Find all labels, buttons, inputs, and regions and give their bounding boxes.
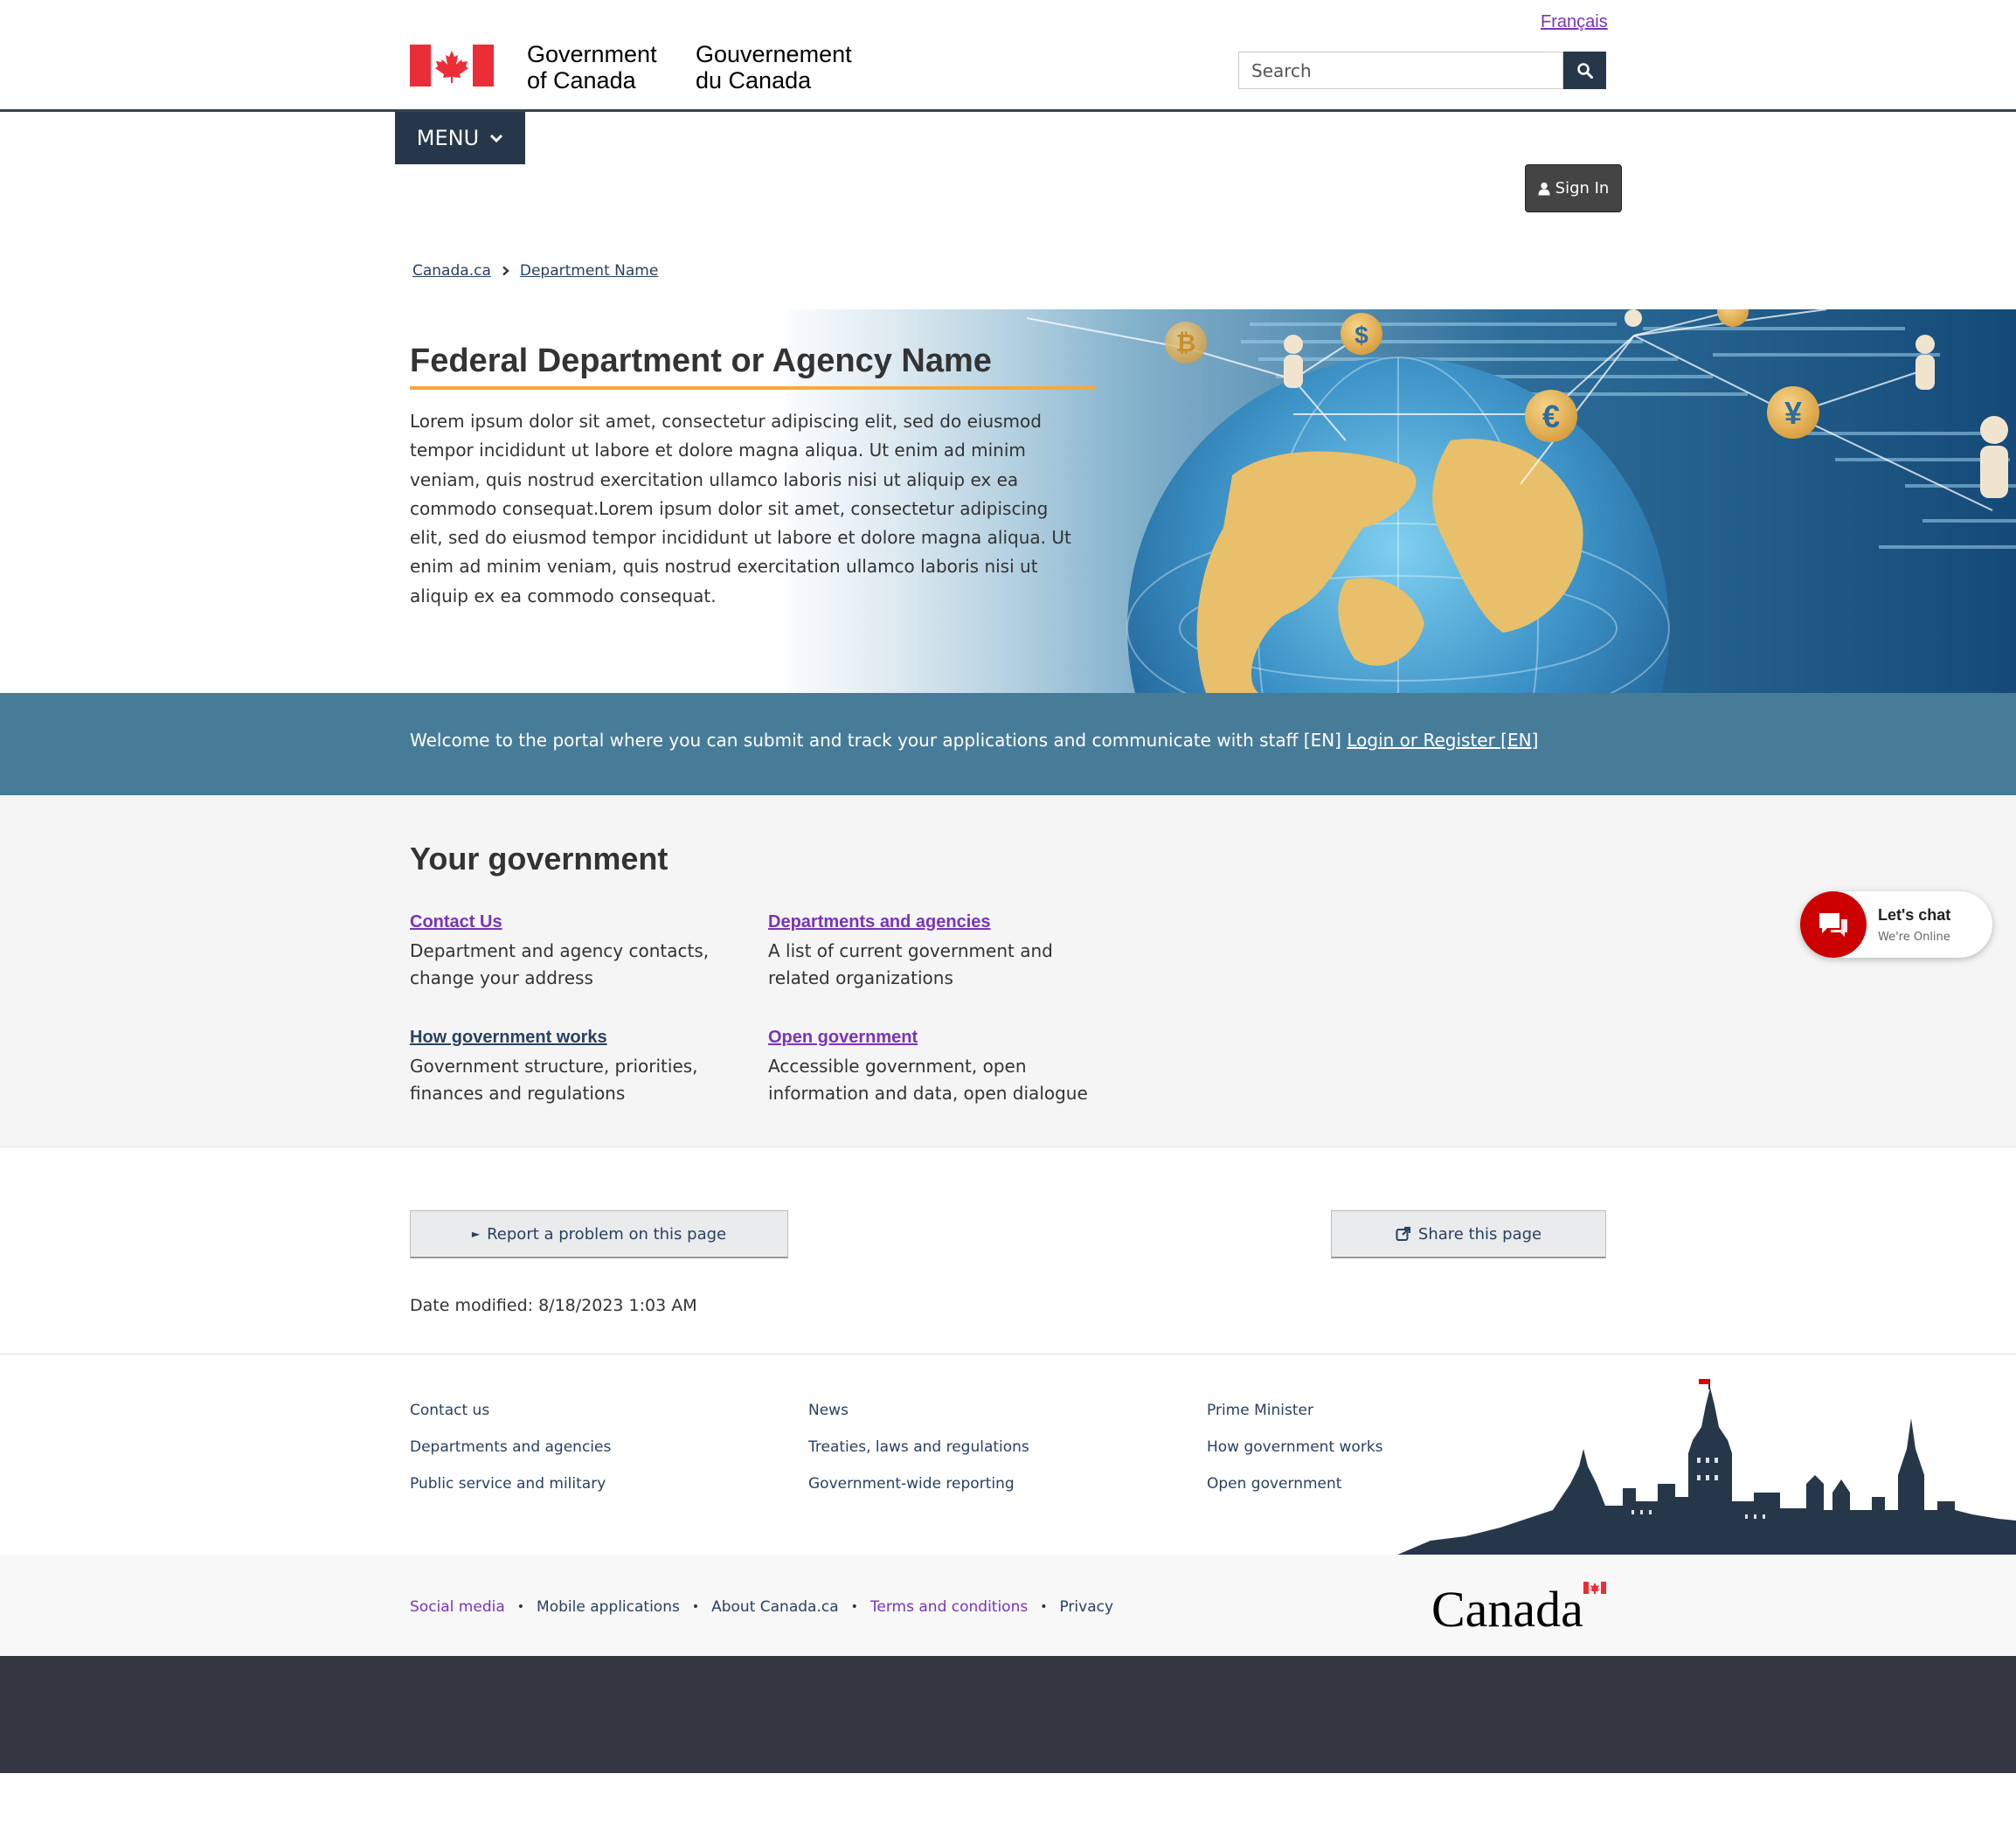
departments-agencies-link[interactable]: Departments and agencies [768,912,991,932]
signature-french: Gouvernement du Canada [696,41,852,94]
footer-column-1: Contact us Departments and agencies Publ… [410,1403,611,1513]
hero-description: Lorem ipsum dolor sit amet, consectetur … [410,411,1071,606]
footer-link-public-service[interactable]: Public service and military [410,1476,611,1492]
chat-title: Let's chat [1878,906,1951,924]
portal-message-text: Welcome to the portal where you can subm… [410,730,1347,751]
chat-status: We're Online [1878,931,1950,944]
search-icon [1576,62,1593,79]
svg-text:$: $ [1354,322,1368,349]
gov-item-description: Accessible government, open information … [768,1053,1118,1107]
menu-button[interactable]: MENU [395,112,525,164]
svg-text:€: € [1542,398,1560,434]
portal-banner: Welcome to the portal where you can subm… [0,693,2016,795]
user-icon [1538,182,1550,195]
gov-item-description: Department and agency contacts, change y… [410,938,759,992]
footer-dark-band [0,1656,2016,1773]
menu-label: MENU [416,126,480,150]
footer-link-privacy[interactable]: Privacy [1059,1598,1113,1616]
svg-text:¥: ¥ [1784,395,1802,431]
desc-line: related organizations [768,967,953,988]
page-title: Federal Department or Agency Name [410,343,992,379]
desc-line: Accessible government, open [768,1056,1027,1077]
breadcrumb-item-department[interactable]: Department Name [520,262,658,280]
footer-link-treaties[interactable]: Treaties, laws and regulations [808,1439,1029,1455]
signature-english: Government of Canada [527,41,657,94]
sign-in-button[interactable]: Sign In [1525,164,1622,212]
gov-item-description: A list of current government and related… [768,938,1118,992]
chat-widget-button[interactable]: Let's chat We're Online [1800,891,1992,958]
open-government-link[interactable]: Open government [768,1028,918,1048]
share-page-button[interactable]: Share this page [1331,1210,1606,1258]
canada-wordmark-logo: Canada [1431,1581,1606,1632]
search-button[interactable] [1563,52,1606,89]
search-input[interactable] [1238,52,1563,89]
breadcrumb: Canada.ca Department Name [412,262,658,280]
signature-en-line2: of Canada [527,67,636,94]
footer-link-reporting[interactable]: Government-wide reporting [808,1476,1029,1492]
footer-sub: Social media • Mobile applications • Abo… [0,1555,2016,1656]
footer-link-prime-minister[interactable]: Prime Minister [1207,1403,1383,1418]
gov-item-contact-us: Contact Us Department and agency contact… [410,912,759,992]
title-underline [410,386,1095,390]
language-toggle-link[interactable]: Français [1541,12,1608,32]
parliament-skyline-image [1396,1379,2016,1555]
bullet-separator: • [850,1600,858,1614]
footer-link-departments[interactable]: Departments and agencies [410,1439,611,1455]
signature-en-line1: Government [527,41,657,67]
login-register-link[interactable]: Login or Register [EN] [1347,730,1538,751]
chevron-right-icon [502,266,509,276]
footer-link-contact-us[interactable]: Contact us [410,1403,611,1418]
footer-link-about[interactable]: About Canada.ca [711,1598,839,1616]
share-page-label: Share this page [1417,1224,1542,1244]
svg-text:Canada: Canada [1431,1581,1583,1632]
desc-line: Government structure, priorities, [410,1056,698,1077]
signature-fr-line2: du Canada [696,67,812,94]
desc-line: finances and regulations [410,1083,626,1104]
contact-us-link[interactable]: Contact Us [410,912,502,932]
chevron-down-icon [490,134,503,143]
footer-link-mobile-apps[interactable]: Mobile applications [537,1598,680,1616]
portal-message: Welcome to the portal where you can subm… [410,730,1538,751]
bullet-separator: • [1040,1600,1048,1614]
footer-column-2: News Treaties, laws and regulations Gove… [808,1403,1029,1513]
gov-item-description: Government structure, priorities, financ… [410,1053,759,1107]
how-government-works-link[interactable]: How government works [410,1028,607,1048]
date-modified: Date modified: 8/18/2023 1:03 AM [410,1296,697,1315]
triangle-right-icon: ► [471,1228,481,1240]
footer-sub-links: Social media • Mobile applications • Abo… [410,1598,1113,1616]
footer-link-open-government[interactable]: Open government [1207,1476,1383,1492]
section-heading: Your government [410,841,669,876]
footer-link-news[interactable]: News [808,1403,1029,1418]
gov-item-departments: Departments and agencies A list of curre… [768,912,1118,992]
canada-flag-icon [410,45,494,87]
report-problem-button[interactable]: ► Report a problem on this page [410,1210,788,1258]
svg-text:₿: ₿ [1176,329,1196,357]
gov-item-how-government-works: How government works Government structur… [410,1028,759,1107]
footer-column-3: Prime Minister How government works Open… [1207,1403,1383,1513]
your-government-section: Your government Contact Us Department an… [0,795,2016,1147]
report-problem-label: Report a problem on this page [487,1224,727,1244]
gov-item-open-government: Open government Accessible government, o… [768,1028,1118,1107]
desc-line: change your address [410,967,593,988]
chat-bubble-icon [1800,891,1867,958]
footer-link-terms[interactable]: Terms and conditions [870,1598,1028,1616]
bullet-separator: • [516,1600,525,1614]
share-icon [1396,1226,1411,1241]
bullet-separator: • [691,1600,700,1614]
footer-link-how-government-works[interactable]: How government works [1207,1439,1383,1455]
sign-in-label: Sign In [1555,179,1610,197]
breadcrumb-item-canada[interactable]: Canada.ca [412,262,491,280]
desc-line: information and data, open dialogue [768,1083,1088,1104]
footer-main: Contact us Departments and agencies Publ… [0,1354,2016,1555]
signature-fr-line1: Gouvernement [696,41,852,67]
footer-link-social-media[interactable]: Social media [410,1598,505,1616]
desc-line: Department and agency contacts, [410,940,710,961]
site-header: Français Government of Canada Gouverneme… [0,0,2016,112]
desc-line: A list of current government and [768,940,1053,961]
